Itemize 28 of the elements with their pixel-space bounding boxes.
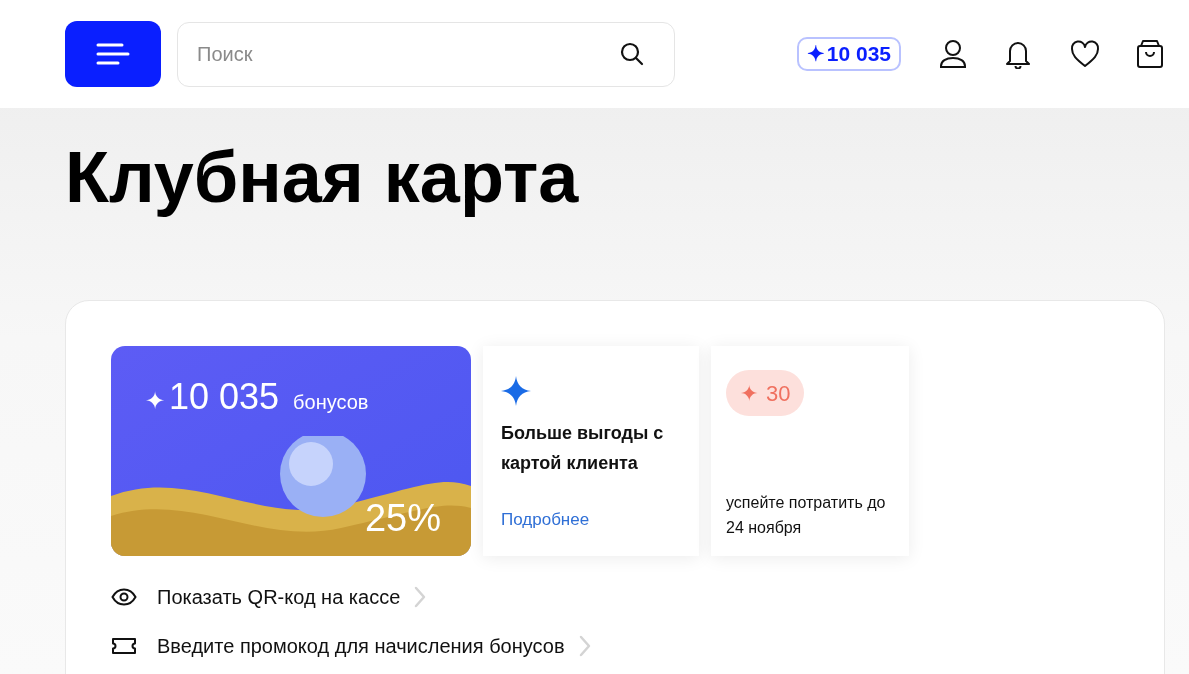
expiring-bonus-card[interactable]: ✦ 30 успейте потратить до 24 ноября	[711, 346, 909, 556]
bonus-unit: бонусов	[293, 390, 369, 415]
expiry-note: успейте потратить до 24 ноября	[726, 493, 887, 538]
action-link[interactable]: Введите промокод для начисления бонусов	[157, 630, 565, 661]
sparkle-icon: ✦	[145, 383, 165, 419]
discount-percent: 25%	[364, 496, 441, 541]
eye-icon	[111, 587, 137, 606]
shopping-bag-icon[interactable]	[1136, 39, 1164, 69]
ticket-icon	[111, 636, 137, 655]
chevron-right-icon	[414, 585, 427, 608]
bonus-card[interactable]: ✦10 035 бонусов 25%	[111, 346, 471, 556]
page-title: Клубная карта	[65, 136, 580, 218]
user-icon[interactable]	[939, 39, 967, 69]
heart-icon[interactable]	[1070, 40, 1100, 68]
promo-card[interactable]: Больше выгоды с картой клиента Подробнее	[483, 346, 699, 556]
bonus-badge[interactable]: ✦10 035	[796, 37, 901, 71]
search-icon[interactable]	[619, 40, 645, 67]
sparkle-icon	[501, 376, 531, 406]
menu-icon	[96, 43, 130, 65]
action-link[interactable]: Показать QR-код на кассе	[157, 581, 401, 612]
expiring-bonus-badge: ✦ 30	[726, 370, 805, 416]
search-field[interactable]: Поиск	[177, 21, 675, 87]
menu-button[interactable]	[65, 21, 161, 87]
more-link[interactable]: Подробнее	[501, 506, 681, 532]
chevron-right-icon	[578, 634, 591, 657]
bell-icon[interactable]	[1004, 39, 1032, 69]
promo-title: Больше выгоды с картой клиента	[501, 422, 665, 475]
bonus-amount: 10 035	[169, 375, 280, 419]
